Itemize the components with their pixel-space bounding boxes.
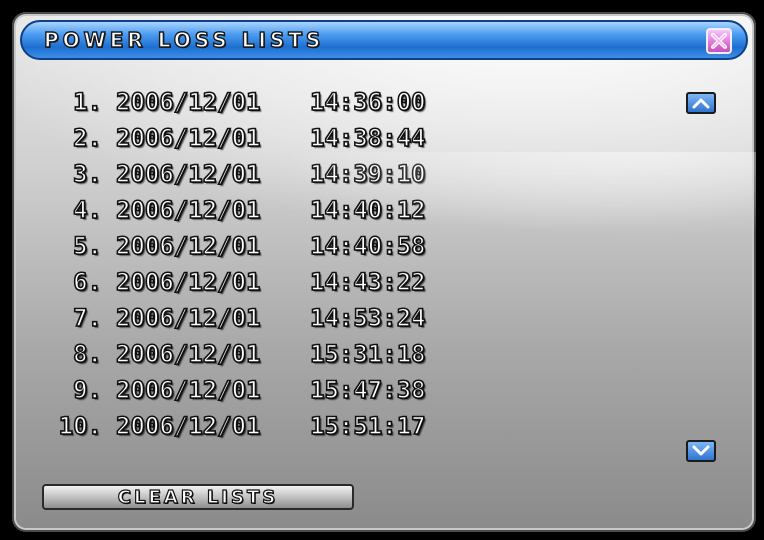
clear-lists-label: CLEAR LISTS [117, 486, 279, 508]
scroll-up-button[interactable] [686, 92, 716, 114]
entry-date: 2006/12/01 [115, 303, 261, 333]
entry-index: 5. [72, 231, 103, 261]
close-button[interactable] [706, 28, 732, 54]
entry-date: 2006/12/01 [115, 87, 261, 117]
entry-index: 9. [72, 375, 103, 405]
entry-time: 15:47:38 [309, 375, 426, 405]
entry-time: 14:36:00 [309, 87, 426, 117]
chevron-up-icon [692, 98, 710, 109]
entry-time: 14:43:22 [309, 267, 426, 297]
entry-time: 14:40:12 [309, 195, 426, 225]
entry-time: 14:39:10 [309, 159, 426, 189]
entry-time: 15:31:18 [309, 339, 426, 369]
entry-date: 2006/12/01 [115, 411, 261, 441]
entry-index: 10. [58, 411, 103, 441]
entry-time: 14:38:44 [309, 123, 426, 153]
entry-date: 2006/12/01 [115, 375, 261, 405]
entry-time: 14:40:58 [309, 231, 426, 261]
entry-index: 2. [72, 123, 103, 153]
entry-time: 14:53:24 [309, 303, 426, 333]
entry-date: 2006/12/01 [115, 267, 261, 297]
window-title: POWER LOSS LISTS [43, 27, 325, 52]
title-bar: POWER LOSS LISTS [20, 20, 748, 60]
entry-index: 8. [72, 339, 103, 369]
entry-index: 7. [72, 303, 103, 333]
entry-index: 1. [72, 87, 103, 117]
entry-time: 15:51:17 [309, 411, 426, 441]
entry-index: 3. [72, 159, 103, 189]
entry-date: 2006/12/01 [115, 195, 261, 225]
entry-index: 6. [72, 267, 103, 297]
entry-index: 4. [72, 195, 103, 225]
clear-lists-button[interactable]: CLEAR LISTS [42, 484, 354, 510]
entry-date: 2006/12/01 [115, 159, 261, 189]
entry-date: 2006/12/01 [115, 231, 261, 261]
chevron-down-icon [692, 445, 710, 456]
entry-date: 2006/12/01 [115, 123, 261, 153]
scroll-down-button[interactable] [686, 440, 716, 462]
entry-date: 2006/12/01 [115, 339, 261, 369]
close-icon [711, 33, 727, 49]
power-loss-window: POWER LOSS LISTS 1. 2006/12/01 14:36:00 … [12, 12, 756, 532]
